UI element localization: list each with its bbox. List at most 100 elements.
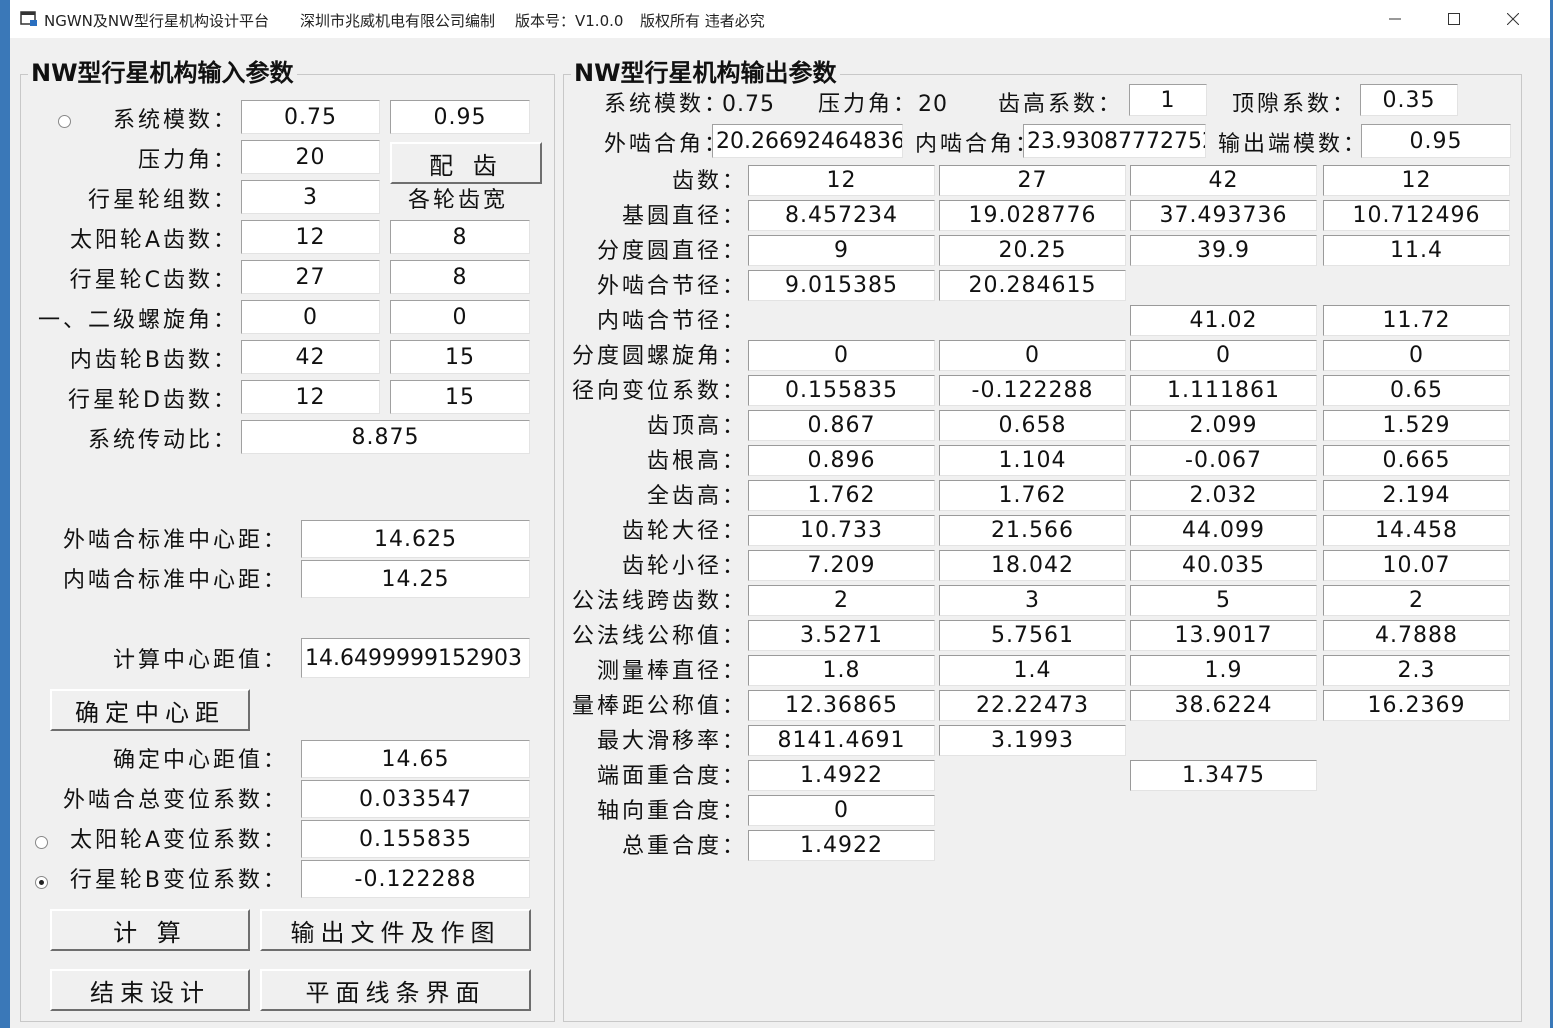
planet-c-width-input[interactable]: 8 — [390, 260, 530, 294]
int-center-label: 内啮合标准中心距： — [62, 568, 288, 593]
helix-angle-input-1[interactable]: 0 — [241, 300, 380, 334]
module-input-1[interactable]: 0.75 — [241, 100, 380, 134]
table-cell: 0 — [1323, 340, 1510, 371]
addendum-coef-input[interactable]: 1 — [1129, 84, 1207, 116]
planet-shift-input[interactable]: -0.122288 — [301, 860, 530, 898]
confirmed-center-input[interactable]: 14.65 — [301, 740, 530, 778]
calc-center-label: 计算中心距值： — [112, 648, 288, 673]
planet-d-teeth-input[interactable]: 12 — [241, 380, 380, 414]
table-cell: 2.194 — [1323, 480, 1510, 511]
table-cell: 1.8 — [748, 655, 935, 686]
row-label: 轴向重合度： — [596, 799, 747, 824]
table-cell: 10.733 — [748, 515, 935, 546]
table-cell: 10.712496 — [1323, 200, 1510, 231]
maximize-button[interactable] — [1425, 0, 1483, 38]
table-cell: 44.099 — [1130, 515, 1317, 546]
table-cell: 0 — [1130, 340, 1317, 371]
table-cell: 1.4 — [939, 655, 1126, 686]
output-table: 齿数： 12 27 42 12 基圆直径： 8.457234 19.028776 37.4937… — [563, 165, 1520, 865]
output-file-button[interactable]: 输出文件及作图 — [260, 909, 531, 951]
table-cell: 1.762 — [939, 480, 1126, 511]
row-label: 全齿高： — [646, 484, 747, 509]
module-label: 系统模数： — [112, 108, 238, 133]
addendum-coef-label: 齿高系数： — [998, 92, 1124, 117]
planet-c-teeth-label: 行星轮C齿数： — [69, 268, 238, 293]
table-cell: 12 — [1323, 165, 1510, 196]
table-cell: 9 — [748, 235, 935, 266]
main-window: NGWN及NW型行星机构设计平台 深圳市兆威机电有限公司编制 版本号：V1.0.… — [10, 0, 1550, 1028]
plane-line-button[interactable]: 平面线条界面 — [260, 969, 531, 1011]
table-cell: 11.72 — [1323, 305, 1510, 336]
planet-d-width-input[interactable]: 15 — [390, 380, 530, 414]
pressure-angle-label: 压力角： — [137, 148, 238, 173]
table-cell: 18.042 — [939, 550, 1126, 581]
row-label: 基圆直径： — [621, 204, 747, 229]
table-cell: 20.284615 — [939, 270, 1126, 301]
ring-b-teeth-input[interactable]: 42 — [241, 340, 380, 374]
row-label: 测量棒直径： — [596, 659, 747, 684]
confirm-center-button[interactable]: 确定中心距 — [50, 689, 250, 731]
ring-b-width-input[interactable]: 15 — [390, 340, 530, 374]
sun-shift-input[interactable]: 0.155835 — [301, 820, 530, 858]
table-cell: 12.36865 — [748, 690, 935, 721]
table-cell: 0.867 — [748, 410, 935, 441]
company-name: 深圳市兆威机电有限公司编制 — [300, 12, 496, 30]
table-cell: 2 — [1323, 585, 1510, 616]
version-text: 版本号：V1.0.0 — [515, 12, 624, 30]
input-group-title: NW型行星机构输入参数 — [28, 58, 297, 88]
row-label: 总重合度： — [621, 834, 747, 859]
table-cell: 0.658 — [939, 410, 1126, 441]
table-cell: 38.6224 — [1130, 690, 1317, 721]
table-cell: 1.3475 — [1130, 760, 1317, 791]
ext-total-shift-label: 外啮合总变位系数： — [62, 788, 288, 813]
int-center-output: 14.25 — [301, 560, 530, 598]
ratio-output: 8.875 — [241, 420, 530, 454]
copyright-text: 版权所有 违者必究 — [640, 12, 765, 30]
app-title: NGWN及NW型行星机构设计平台 — [44, 12, 269, 30]
planet-shift-radio[interactable] — [35, 876, 48, 889]
helix-angle-input-2[interactable]: 0 — [390, 300, 530, 334]
table-cell: 22.22473 — [939, 690, 1126, 721]
table-cell: 40.035 — [1130, 550, 1317, 581]
table-cell: -0.067 — [1130, 445, 1317, 476]
table-cell: 39.9 — [1130, 235, 1317, 266]
module-input-2[interactable]: 0.95 — [390, 100, 530, 134]
int-angle-label: 内啮合角： — [915, 132, 1041, 157]
peichi-button[interactable]: 配 齿 — [390, 142, 542, 184]
calculate-button[interactable]: 计 算 — [50, 909, 250, 951]
table-cell: 1.9 — [1130, 655, 1317, 686]
row-label: 齿轮大径： — [621, 519, 747, 544]
pressure-angle-input[interactable]: 20 — [241, 140, 380, 174]
minimize-icon — [1389, 18, 1401, 20]
minimize-button[interactable] — [1366, 0, 1424, 38]
sun-shift-label: 太阳轮A变位系数： — [69, 828, 288, 853]
row-label: 公法线公称值： — [571, 624, 747, 649]
sun-teeth-input[interactable]: 12 — [241, 220, 380, 254]
planet-groups-label: 行星轮组数： — [87, 188, 238, 213]
table-cell: 16.2369 — [1323, 690, 1510, 721]
table-cell: 0.896 — [748, 445, 935, 476]
end-design-button[interactable]: 结束设计 — [50, 969, 250, 1011]
table-cell: 41.02 — [1130, 305, 1317, 336]
clearance-input[interactable]: 0.35 — [1360, 84, 1458, 116]
out-pressure-label: 压力角： — [818, 92, 919, 117]
table-cell: 0 — [748, 340, 935, 371]
clearance-label: 顶隙系数： — [1232, 92, 1358, 117]
close-button[interactable] — [1484, 0, 1542, 38]
table-cell: 0 — [939, 340, 1126, 371]
table-cell: 5 — [1130, 585, 1317, 616]
row-label: 齿根高： — [646, 449, 747, 474]
table-cell: 20.25 — [939, 235, 1126, 266]
maximize-icon — [1448, 13, 1460, 25]
table-cell: 42 — [1130, 165, 1317, 196]
table-cell: 1.529 — [1323, 410, 1510, 441]
table-cell: 1.111861 — [1130, 375, 1317, 406]
planet-groups-input[interactable]: 3 — [241, 180, 380, 214]
planet-c-teeth-input[interactable]: 27 — [241, 260, 380, 294]
table-cell: 9.015385 — [748, 270, 935, 301]
out-module-output: 0.95 — [1361, 124, 1511, 158]
table-cell: 19.028776 — [939, 200, 1126, 231]
close-icon — [1507, 13, 1519, 25]
sun-width-input[interactable]: 8 — [390, 220, 530, 254]
sun-shift-radio[interactable] — [35, 836, 48, 849]
